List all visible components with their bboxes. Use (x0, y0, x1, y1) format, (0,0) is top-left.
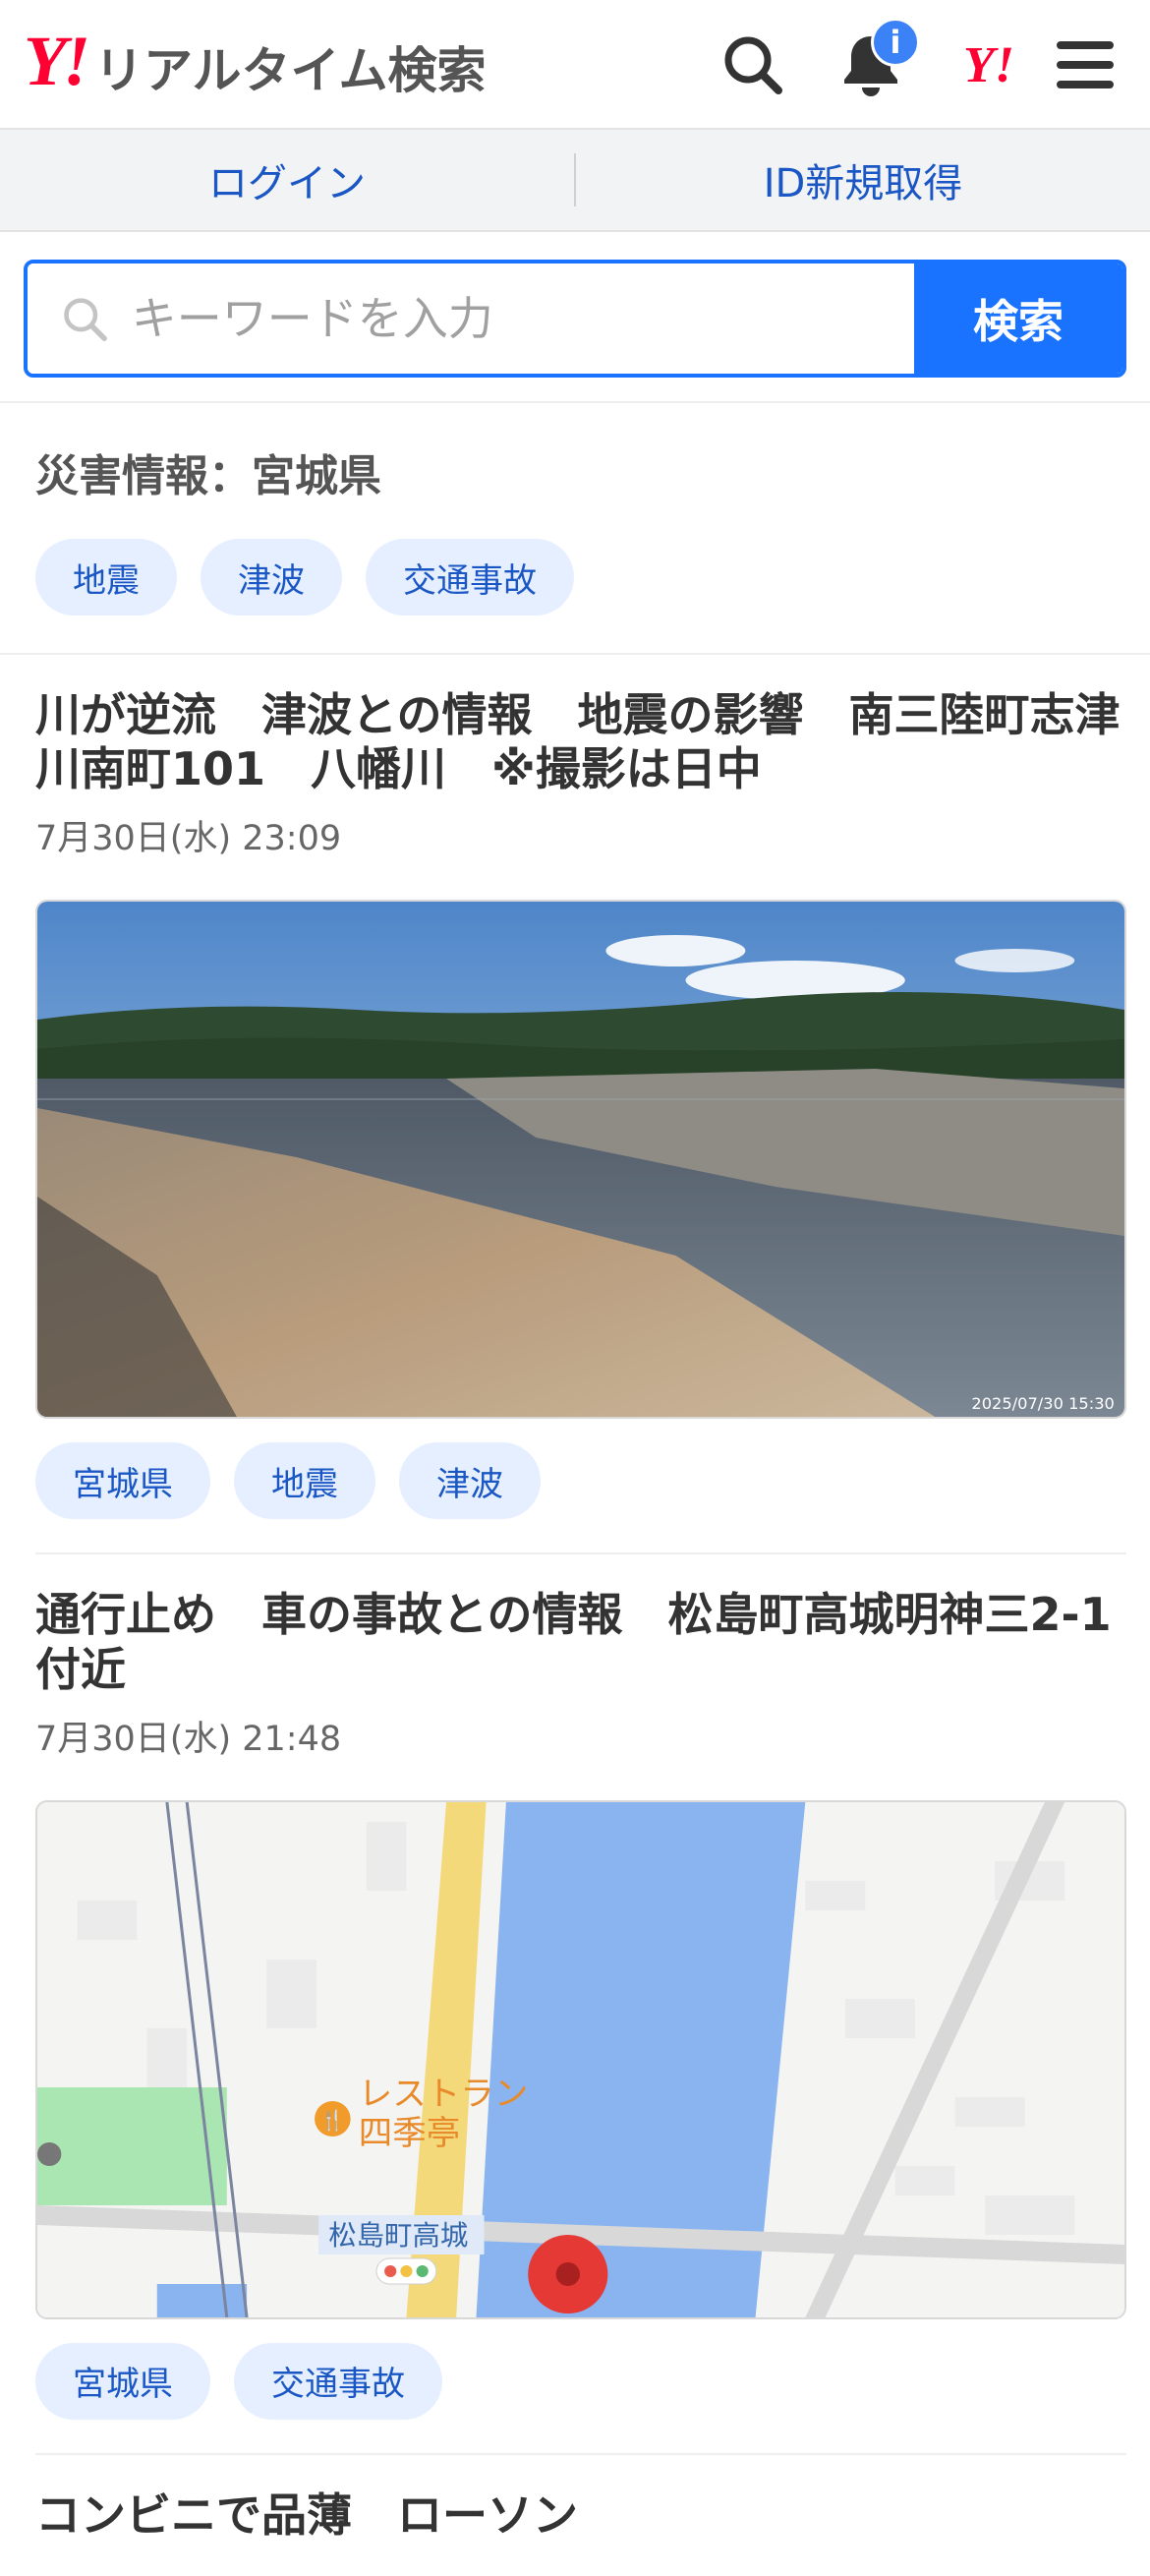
post-item[interactable]: 川が逆流 津波との情報 地震の影響 南三陸町志津川南町101 八幡川 ※撮影は日… (35, 655, 1126, 1555)
logo[interactable]: Y! リアルタイム検索 (24, 26, 487, 96)
map-image: 🍴 レストラン 四季亭 松島町高城 (37, 1801, 1124, 2317)
post-title[interactable]: コンビニで品薄 ローソン (35, 2488, 1126, 2543)
post-title[interactable]: 通行止め 車の事故との情報 松島町高城明神三2-1付近 (35, 1588, 1126, 1696)
map-label-restaurant-name: 四季亭 (359, 2114, 461, 2153)
notification-button[interactable]: i (834, 18, 920, 102)
tag-tsunami[interactable]: 津波 (201, 539, 342, 615)
search-button[interactable] (716, 28, 790, 102)
search-submit-button[interactable]: 検索 (914, 263, 1122, 374)
post-title[interactable]: 川が逆流 津波との情報 地震の影響 南三陸町志津川南町101 八幡川 ※撮影は日… (35, 688, 1126, 796)
search-input[interactable] (129, 291, 914, 346)
search-section: 検索 (0, 232, 1150, 403)
disaster-info: 災害情報：宮城県 地震 津波 交通事故 (0, 403, 1150, 655)
notification-badge: i (871, 18, 920, 67)
map-label-area: 松島町高城 (328, 2219, 468, 2252)
tag-earthquake[interactable]: 地震 (234, 1442, 375, 1520)
svg-text:🍴: 🍴 (320, 2108, 345, 2133)
register-link[interactable]: ID新規取得 (576, 151, 1150, 208)
post-tags: 宮城県 地震 津波 (35, 1442, 1126, 1520)
search-form: 検索 (24, 260, 1126, 378)
menu-icon (1057, 41, 1114, 88)
search-icon (64, 298, 107, 341)
tag-miyagi[interactable]: 宮城県 (35, 2342, 210, 2420)
post-map[interactable]: 🍴 レストラン 四季亭 松島町高城 (35, 1799, 1126, 2319)
tag-earthquake[interactable]: 地震 (35, 539, 177, 615)
tag-tsunami[interactable]: 津波 (399, 1442, 541, 1520)
login-link[interactable]: ログイン (0, 151, 574, 208)
search-icon (724, 36, 782, 94)
river-photo: 2025/07/30 15:30 (37, 902, 1124, 1418)
post-date: 7月30日(水) 23:09 (35, 819, 342, 859)
disaster-title: 災害情報：宮城県 (35, 451, 381, 501)
photo-timestamp: 2025/07/30 15:30 (971, 1394, 1114, 1413)
post-item[interactable]: 通行止め 車の事故との情報 松島町高城明神三2-1付近 7月30日(水) 21:… (35, 1554, 1126, 2455)
tag-miyagi[interactable]: 宮城県 (35, 1442, 210, 1520)
menu-button[interactable] (1048, 28, 1122, 102)
yahoo-icon: Y! (963, 36, 1014, 93)
app-header: Y! リアルタイム検索 i Y! (0, 0, 1150, 130)
yahoo-logo-mark: Y! (24, 22, 90, 100)
yahoo-top-button[interactable]: Y! (951, 28, 1026, 102)
post-item[interactable]: コンビニで品薄 ローソン (35, 2455, 1126, 2576)
post-tags: 宮城県 交通事故 (35, 2342, 1126, 2420)
post-photo[interactable]: 2025/07/30 15:30 (35, 900, 1126, 1420)
post-date: 7月30日(水) 21:48 (35, 1719, 342, 1759)
search-field[interactable] (28, 263, 914, 374)
map-label-restaurant: レストラン (359, 2075, 529, 2114)
tag-traffic-accident[interactable]: 交通事故 (234, 2342, 442, 2420)
service-name: リアルタイム検索 (94, 41, 487, 99)
auth-bar: ログイン ID新規取得 (0, 130, 1150, 232)
disaster-tags: 地震 津波 交通事故 (35, 539, 1115, 615)
tag-traffic-accident[interactable]: 交通事故 (366, 539, 574, 615)
